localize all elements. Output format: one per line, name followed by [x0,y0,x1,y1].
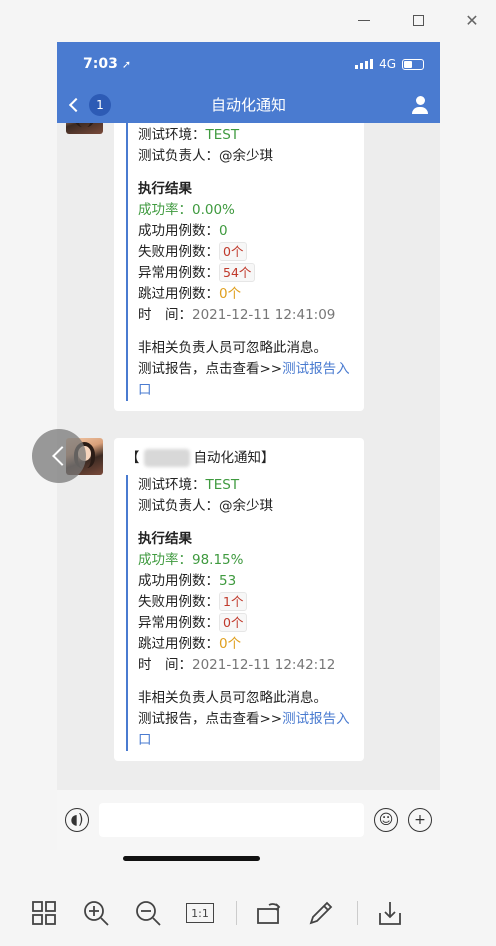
viewer-toolbar: 1:1 [0,880,496,946]
zoom-out-icon[interactable] [132,897,164,929]
minimize-icon [358,19,370,21]
owner-label: 测试负责人： [138,498,219,514]
maximize-icon [412,14,424,26]
error-value: 54个 [219,263,256,282]
report-prefix: 测试报告，点击查看>> [138,711,283,727]
sender-avatar[interactable] [66,123,103,134]
time-label: 时 间： [138,307,192,323]
fail-value: 0个 [219,242,248,261]
env-label: 测试环境： [138,477,206,493]
floating-back-button[interactable] [32,429,86,483]
actual-size-icon[interactable]: 1:1 [184,897,216,929]
message-header: 【 自动化通知】 [126,448,354,469]
input-bar: ◖) ☺ + [57,790,440,850]
toolbar-separator [236,901,237,925]
rate-label: 成功率： [138,202,192,218]
actual-size-label: 1:1 [186,903,214,923]
emoji-icon[interactable]: ☺ [374,808,398,832]
result-title: 执行结果 [138,181,192,197]
time-value: 2021-12-11 12:42:12 [192,657,336,673]
close-button[interactable]: ✕ [462,10,482,30]
battery-icon [402,58,424,70]
fail-value: 1个 [219,592,248,611]
chevron-left-icon [52,446,72,466]
window-controls: ✕ [354,10,482,30]
zoom-in-icon[interactable] [80,897,112,929]
nav-bar: 1 自动化通知 [57,86,440,123]
report-prefix: 测试报告，点击查看>> [138,361,283,377]
network-type: 4G [379,57,396,71]
chat-area[interactable]: 测试环境：TEST 测试负责人：@余少琪 执行结果 成功率：0.00% 成功用例… [57,123,440,790]
owner-value: @余少琪 [219,498,273,514]
success-label: 成功用例数： [138,223,219,239]
time-value: 2021-12-11 12:41:09 [192,307,336,323]
minimize-button[interactable] [354,10,374,30]
status-time: 7:03 [83,56,118,72]
back-button[interactable]: 1 [67,93,111,116]
status-bar: 7:03 ➚ 4G [57,42,440,86]
download-icon[interactable] [374,897,406,929]
message-card[interactable]: 【 自动化通知】 测试环境：TEST 测试负责人：@余少琪 执行结果 成功率：98… [114,438,364,761]
env-value: TEST [205,477,240,493]
signal-icon [355,59,374,69]
result-title: 执行结果 [138,531,192,547]
message-input[interactable] [99,803,364,837]
fail-label: 失败用例数： [138,244,219,260]
plus-icon[interactable]: + [408,808,432,832]
success-label: 成功用例数： [138,573,219,589]
redacted-text [143,449,190,467]
rate-value: 0.00% [192,202,235,218]
rotate-icon[interactable] [253,897,285,929]
unread-badge: 1 [89,93,111,116]
skip-value: 0个 [219,636,242,652]
fail-label: 失败用例数： [138,594,219,610]
notice-text: 非相关负责人员可忽略此消息。 [138,690,327,706]
skip-value: 0个 [219,286,242,302]
message-quote: 测试环境：TEST 测试负责人：@余少琪 执行结果 成功率：98.15% 成功用… [126,475,354,751]
success-value: 0 [219,223,228,239]
owner-value: @余少琪 [219,148,273,164]
voice-icon[interactable]: ◖) [65,808,89,832]
user-profile-icon[interactable] [410,95,430,115]
toolbar-separator [357,901,358,925]
phone-screen: 7:03 ➚ 4G 1 自动化通知 测试环境：TEST 测试负责人：@余少琪 执… [57,42,440,850]
message-card[interactable]: 测试环境：TEST 测试负责人：@余少琪 执行结果 成功率：0.00% 成功用例… [114,123,364,411]
chat-title: 自动化通知 [210,96,286,114]
success-value: 53 [219,573,237,589]
grid-icon[interactable] [28,897,60,929]
header-prefix: 【 [126,450,140,466]
env-label: 测试环境： [138,127,206,143]
message-quote: 测试环境：TEST 测试负责人：@余少琪 执行结果 成功率：0.00% 成功用例… [126,123,354,401]
skip-label: 跳过用例数： [138,286,219,302]
error-label: 异常用例数： [138,615,219,631]
owner-label: 测试负责人： [138,148,219,164]
location-icon: ➚ [121,57,132,71]
home-indicator [123,856,260,861]
notice-text: 非相关负责人员可忽略此消息。 [138,340,327,356]
edit-icon[interactable] [305,897,337,929]
chevron-left-icon [68,97,84,112]
skip-label: 跳过用例数： [138,636,219,652]
time-label: 时 间： [138,657,192,673]
rate-label: 成功率： [138,552,192,568]
env-value: TEST [205,127,240,143]
header-suffix: 自动化通知】 [193,450,275,466]
error-label: 异常用例数： [138,265,219,281]
rate-value: 98.15% [192,552,244,568]
error-value: 0个 [219,613,248,632]
maximize-button[interactable] [408,10,428,30]
